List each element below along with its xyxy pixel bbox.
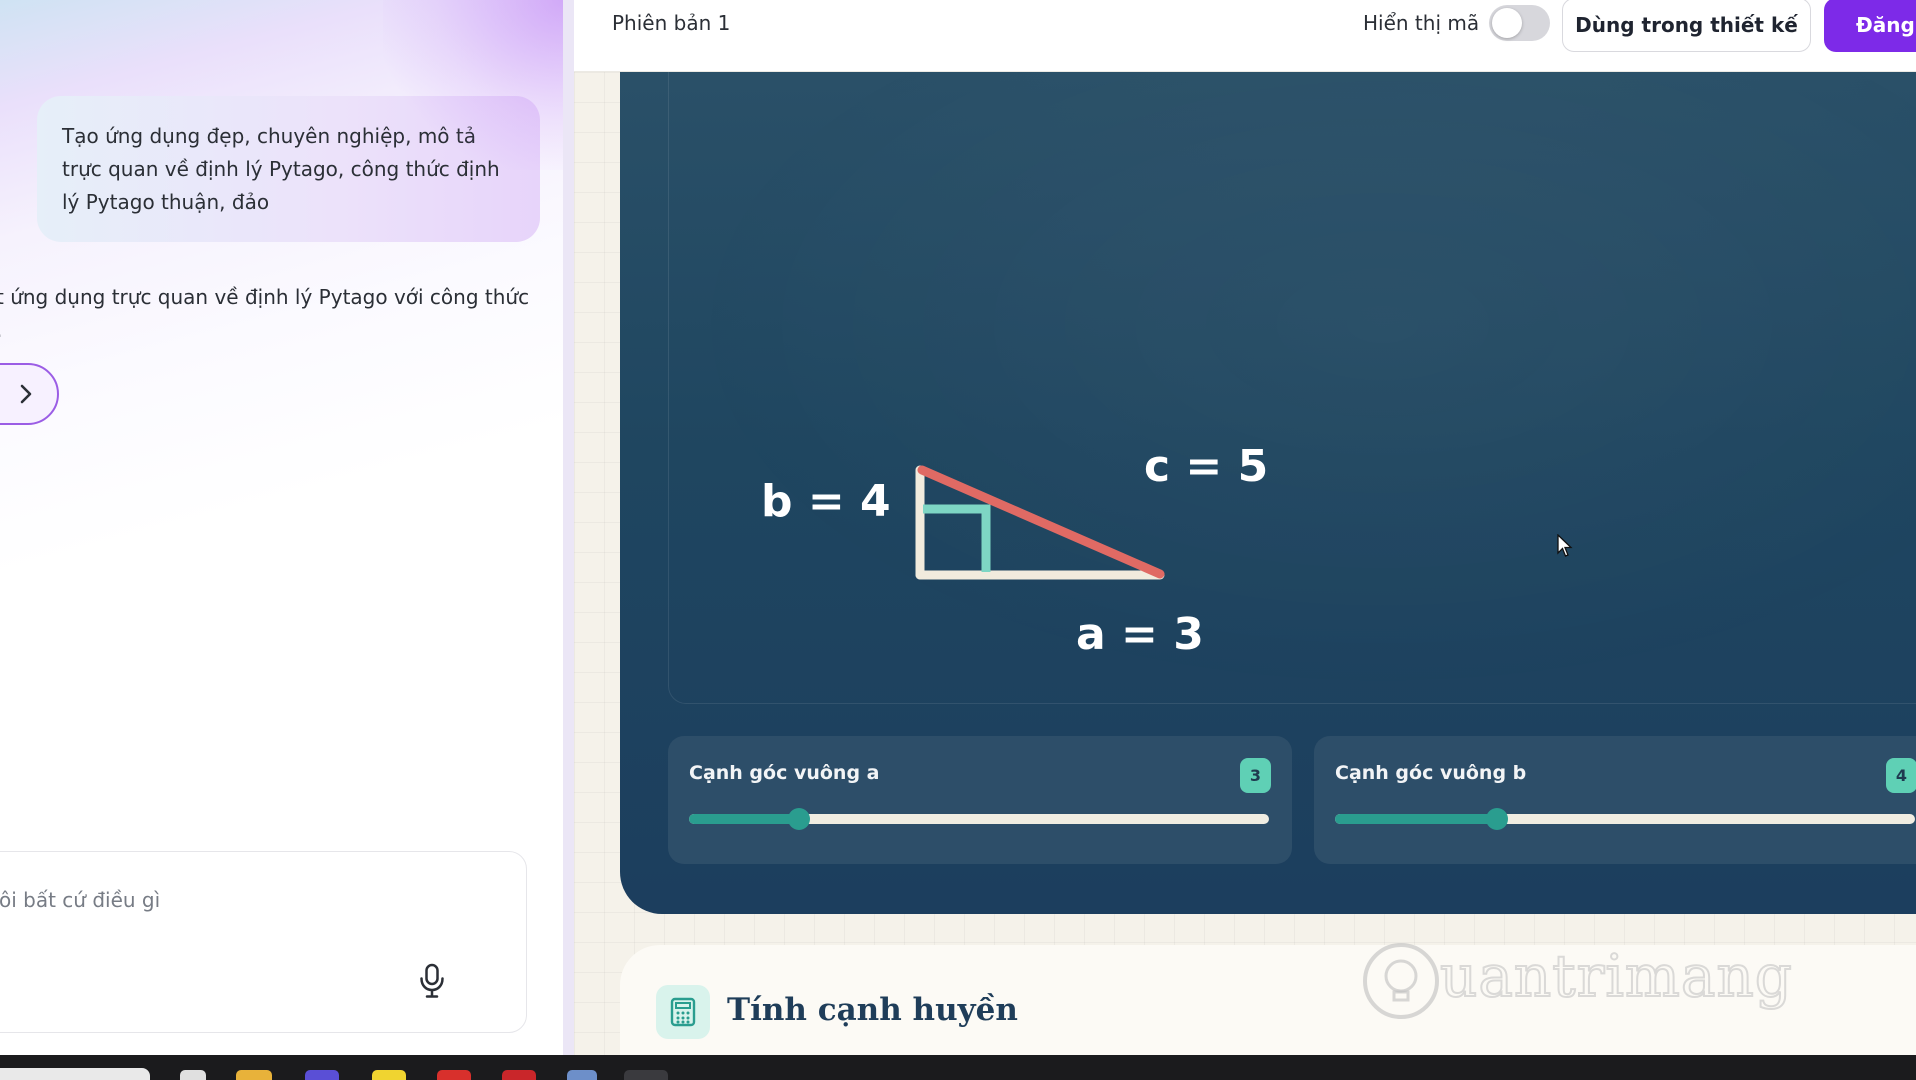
taskbar-search[interactable] [0, 1068, 150, 1080]
slider-b-thumb[interactable] [1486, 808, 1509, 830]
pythagoras-app-card: b = 4 c = 5 a = 3 Cạnh góc vuông a 3 Cạn… [620, 72, 1916, 914]
label-a: a = 3 [1076, 609, 1204, 660]
publish-button[interactable]: Đăng [1824, 0, 1916, 52]
slider-b-value-badge: 4 [1886, 758, 1916, 793]
taskbar-app-icon[interactable] [567, 1070, 597, 1080]
label-b: b = 4 [761, 476, 891, 527]
slider-a-label: Cạnh góc vuông a [689, 762, 880, 784]
slider-b-label: Cạnh góc vuông b [1335, 762, 1527, 784]
mouse-cursor-icon [1557, 534, 1573, 557]
assistant-message-text-tail: . [0, 314, 2, 347]
slider-card-a: Cạnh góc vuông a 3 [668, 736, 1292, 864]
triangle-hypotenuse [917, 465, 1165, 579]
taskbar-app-icon[interactable] [180, 1070, 206, 1080]
user-message-text: Tạo ứng dụng đẹp, chuyên nghiệp, mô tả t… [62, 124, 500, 214]
slider-a-fill [689, 814, 800, 824]
toggle-knob [1492, 8, 1522, 38]
version-label[interactable]: Phiên bản 1 [612, 11, 730, 35]
taskbar-folder-icon[interactable] [236, 1070, 272, 1080]
hypotenuse-title: Tính cạnh huyền [727, 992, 1018, 1028]
show-code-toggle[interactable] [1489, 5, 1550, 41]
chevron-right-icon [20, 384, 32, 404]
show-code-label: Hiển thị mã [1363, 11, 1480, 35]
microphone-icon[interactable] [418, 963, 446, 999]
chat-input-placeholder: ôi bất cứ điều gì [0, 888, 161, 912]
slider-a-value-badge: 3 [1240, 758, 1271, 793]
taskbar-app-icon[interactable] [502, 1070, 536, 1080]
expand-button[interactable] [0, 363, 59, 425]
right-angle-marker [923, 504, 991, 572]
taskbar-app-icon[interactable] [437, 1070, 471, 1080]
user-message-bubble: Tạo ứng dụng đẹp, chuyên nghiệp, mô tả t… [37, 96, 540, 242]
slider-card-b: Cạnh góc vuông b 4 [1314, 736, 1916, 864]
chat-input[interactable]: ôi bất cứ điều gì [0, 851, 527, 1033]
taskbar [0, 1055, 1916, 1080]
slider-b-fill [1335, 814, 1498, 824]
top-bar: Phiên bản 1 Hiển thị mã Dùng trong thiết… [574, 0, 1916, 72]
use-in-design-button[interactable]: Dùng trong thiết kế [1562, 0, 1811, 52]
slider-a-track[interactable] [689, 808, 1269, 830]
panel-divider[interactable] [563, 0, 574, 1055]
chat-panel: Tạo ứng dụng đẹp, chuyên nghiệp, mô tả t… [0, 0, 563, 1055]
taskbar-app-icon[interactable] [372, 1070, 406, 1080]
taskbar-app-icon[interactable] [624, 1070, 668, 1080]
assistant-message-text: t ứng dụng trực quan về định lý Pytago v… [0, 285, 530, 309]
taskbar-app-icon[interactable] [305, 1070, 339, 1080]
calculator-icon [656, 985, 710, 1039]
label-c: c = 5 [1144, 441, 1269, 492]
slider-b-track[interactable] [1335, 808, 1915, 830]
slider-a-thumb[interactable] [788, 808, 811, 830]
